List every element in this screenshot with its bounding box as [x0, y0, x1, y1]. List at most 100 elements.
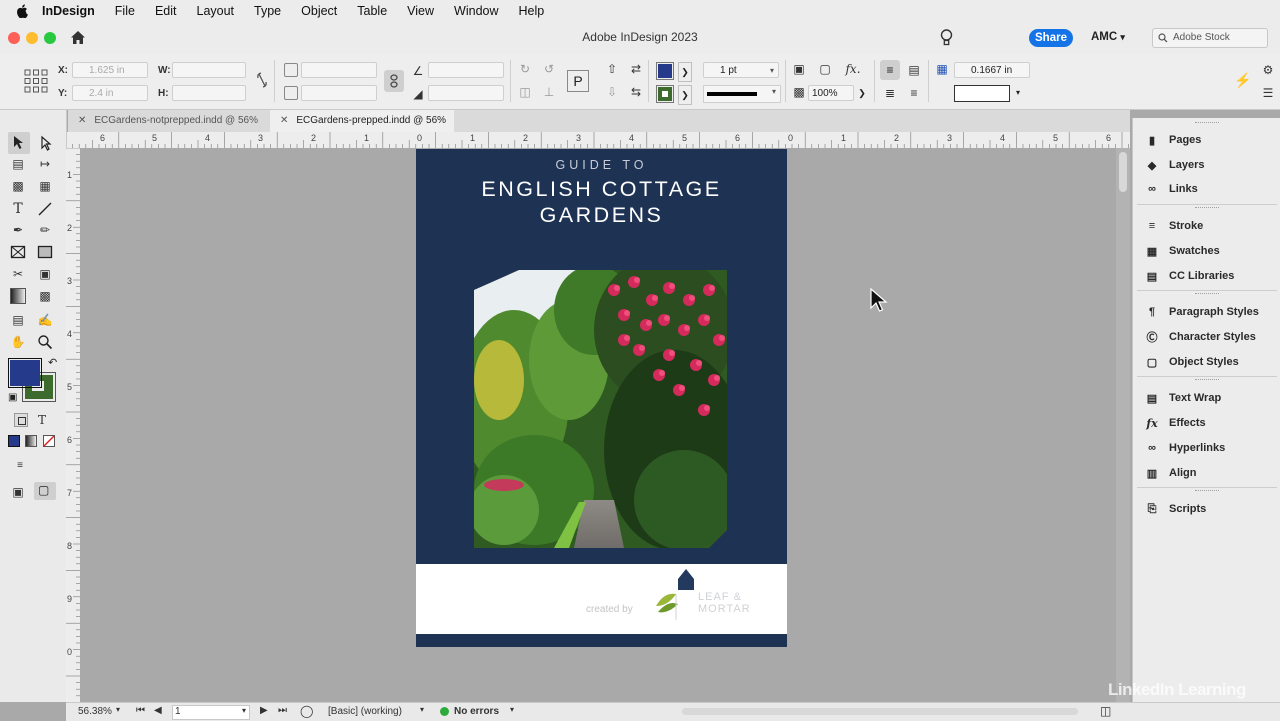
menu-window[interactable]: Window	[454, 4, 498, 18]
stroke-weight-field[interactable]: 1 pt ▾	[703, 62, 779, 78]
close-tab-icon[interactable]: ✕	[78, 115, 86, 126]
select-content-icon[interactable]: ⇩	[604, 84, 620, 100]
chevron-down-icon[interactable]: ▾	[1016, 88, 1020, 97]
scale-x-field[interactable]	[301, 62, 377, 78]
chevron-down-icon[interactable]: ▾	[510, 705, 514, 714]
frame-fitting-icon[interactable]: ▣	[791, 61, 807, 77]
rotate-counterclockwise-icon[interactable]: ↺	[541, 61, 557, 77]
hand-tool-icon[interactable]: ✋	[10, 334, 26, 350]
user-menu[interactable]: AMC ▾	[1091, 31, 1125, 43]
formatting-affects-text-icon[interactable]: T	[34, 412, 50, 428]
rectangle-tool-icon[interactable]	[37, 244, 53, 260]
menu-type[interactable]: Type	[254, 4, 281, 18]
normal-view-mode-icon[interactable]: ▣	[10, 484, 26, 500]
edit-toolbar-icon[interactable]: ≡	[12, 458, 28, 474]
close-tab-icon[interactable]: ✕	[280, 115, 288, 126]
scissors-tool-icon[interactable]: ✂	[10, 266, 26, 282]
panel-swatches[interactable]: ▦ Swatches	[1145, 242, 1220, 260]
drop-shadow-icon[interactable]: ▢	[817, 61, 833, 77]
gradient-feather-tool-icon[interactable]: ▩	[37, 288, 53, 304]
panel-group-grip[interactable]	[1195, 207, 1219, 210]
panel-effects[interactable]: fx Effects	[1145, 414, 1205, 432]
direct-selection-icon[interactable]	[38, 135, 54, 151]
quick-apply-lightning-icon[interactable]: ⚡	[1234, 72, 1251, 88]
menu-layout[interactable]: Layout	[197, 4, 235, 18]
panel-text-wrap[interactable]: ▤ Text Wrap	[1145, 389, 1221, 407]
reference-point-icon[interactable]	[24, 69, 48, 93]
panel-pages[interactable]: ▮ Pages	[1145, 131, 1201, 149]
select-next-object-icon[interactable]: ⇆	[628, 84, 644, 100]
type-tool-icon[interactable]: T	[10, 201, 26, 217]
lightbulb-icon[interactable]	[940, 29, 953, 47]
shear-angle-field[interactable]	[428, 85, 504, 101]
select-previous-object-icon[interactable]: ⇄	[628, 61, 644, 77]
flip-horizontal-icon[interactable]: ◫	[517, 84, 533, 100]
menu-file[interactable]: File	[115, 4, 135, 18]
gap-tool-icon[interactable]: ▦	[934, 61, 950, 77]
flip-vertical-icon[interactable]: ⊥	[541, 84, 557, 100]
panel-scripts[interactable]: ⎘ Scripts	[1145, 500, 1207, 518]
vertical-scrollbar[interactable]	[1116, 148, 1130, 702]
previous-page-icon[interactable]: ◀	[154, 705, 162, 716]
stroke-type-select[interactable]: ▾	[703, 85, 781, 103]
tab-ecgardens-notprepped[interactable]: ✕ ECGardens-notprepped.indd @ 56%	[68, 110, 268, 132]
content-placer-icon[interactable]: ▦	[37, 178, 53, 194]
apply-none-icon[interactable]	[43, 435, 55, 447]
constrain-scale-button[interactable]	[384, 70, 404, 92]
x-position-field[interactable]: 1.625 in	[72, 62, 148, 78]
line-tool-icon[interactable]	[37, 201, 53, 217]
swap-fill-stroke-icon[interactable]: ↶	[48, 356, 57, 369]
panel-cc-libraries[interactable]: ▤ CC Libraries	[1145, 267, 1235, 285]
fill-swatch[interactable]	[656, 62, 674, 80]
panel-object-styles[interactable]: ▢ Object Styles	[1145, 353, 1239, 371]
panel-group-grip[interactable]	[1195, 490, 1219, 493]
object-style-preview[interactable]	[954, 85, 1010, 102]
pen-tool-icon[interactable]: ✒	[10, 222, 26, 238]
document-page[interactable]: GUIDE TO ENGLISH COTTAGE GARDENS created…	[416, 149, 787, 647]
width-field[interactable]	[172, 62, 246, 78]
distribute-icon[interactable]: ≣	[882, 85, 898, 101]
spacing-field[interactable]: 0.1667 in	[954, 62, 1030, 78]
gradient-swatch-tool-icon[interactable]	[10, 288, 26, 304]
zoom-tool-icon[interactable]	[37, 334, 53, 350]
panel-group-grip[interactable]	[1195, 293, 1219, 296]
panel-stroke[interactable]: ≡ Stroke	[1145, 217, 1203, 235]
opacity-menu-chevron-icon[interactable]: ❯	[856, 85, 868, 101]
preflight-errors[interactable]: No errors	[454, 706, 499, 717]
rotation-angle-field[interactable]	[428, 62, 504, 78]
last-page-icon[interactable]: ⏭	[278, 705, 287, 716]
menu-table[interactable]: Table	[357, 4, 387, 18]
menu-view[interactable]: View	[407, 4, 434, 18]
scale-y-field[interactable]	[301, 85, 377, 101]
panel-links[interactable]: ∞ Links	[1145, 180, 1198, 198]
rectangle-frame-tool-icon[interactable]	[10, 244, 26, 260]
panel-layers[interactable]: ◆ Layers	[1145, 156, 1205, 174]
menu-app-name[interactable]: InDesign	[42, 4, 95, 18]
stroke-menu-chevron-icon[interactable]: ❯	[678, 85, 692, 105]
apple-icon[interactable]	[16, 4, 28, 18]
align-center-icon[interactable]: ▤	[906, 62, 922, 78]
rotate-clockwise-icon[interactable]: ↻	[517, 61, 533, 77]
page-tool-icon[interactable]: ▤	[10, 156, 26, 172]
content-collector-icon[interactable]: ▩	[10, 178, 26, 194]
split-window-icon[interactable]: ◫	[1100, 704, 1111, 718]
panel-paragraph-styles[interactable]: ¶ Paragraph Styles	[1145, 303, 1259, 321]
chevron-down-icon[interactable]: ▾	[420, 705, 424, 714]
panel-group-grip[interactable]	[1195, 379, 1219, 382]
menu-help[interactable]: Help	[519, 4, 545, 18]
effects-fx-icon[interactable]: fx.	[845, 61, 861, 77]
screen-mode-button[interactable]: ▢	[34, 482, 56, 500]
pencil-tool-icon[interactable]: ✏	[37, 222, 53, 238]
gap-tool-icon[interactable]: ↦	[37, 156, 53, 172]
selection-tool-active[interactable]	[8, 132, 30, 154]
vertical-ruler[interactable]: 1234567890	[66, 148, 81, 702]
first-page-icon[interactable]: ⏮	[136, 705, 145, 716]
height-field[interactable]	[172, 85, 246, 101]
menu-edit[interactable]: Edit	[155, 4, 177, 18]
horizontal-scroll-thumb[interactable]	[682, 708, 1078, 715]
preflight-profile[interactable]: [Basic] (working)	[328, 706, 402, 717]
vertical-scroll-thumb[interactable]	[1119, 152, 1127, 192]
distribute-spacing-icon[interactable]: ≡	[906, 85, 922, 101]
scale-x-icon[interactable]	[284, 63, 298, 77]
formatting-affects-container-icon[interactable]	[14, 413, 28, 427]
